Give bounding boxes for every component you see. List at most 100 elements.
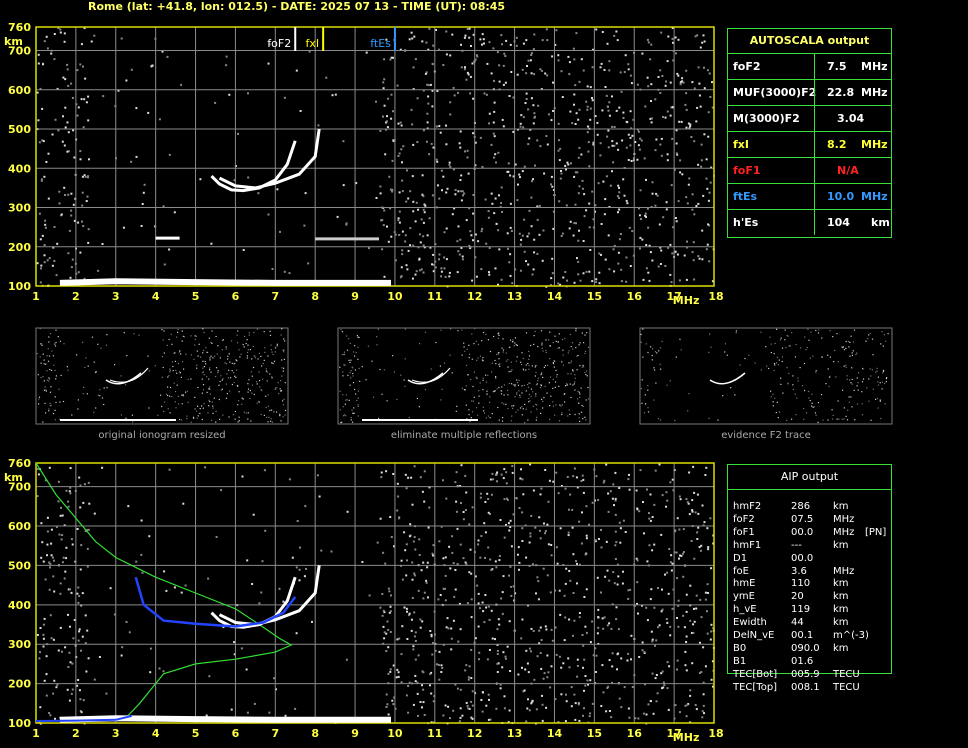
aip-label: B0: [733, 642, 747, 654]
x-tick-label: 14: [547, 727, 563, 740]
aip-label: B1: [733, 655, 747, 667]
y-tick-label: 300: [8, 638, 31, 651]
x-tick-label: 5: [192, 290, 200, 303]
grid: [36, 27, 714, 286]
aip-label: TEC[Bot]: [733, 668, 778, 680]
aip-unit: km: [833, 617, 849, 629]
aip-row: ymE 20 km: [733, 590, 893, 603]
thumbnail-1: [35, 327, 289, 425]
y-tick-label: 760: [8, 457, 31, 470]
thumb-caption-3: evidence F2 trace: [721, 430, 811, 441]
aip-row: Ewidth 44 km: [733, 616, 893, 629]
y-tick-label: 500: [8, 123, 31, 136]
x-tick-label: 7: [271, 727, 279, 740]
autoscala-value-cell: 7.5 MHz: [814, 54, 891, 79]
aip-extra: [PN]: [865, 526, 887, 538]
autoscala-value-cell: 3.04: [814, 106, 891, 131]
aip-unit: TECU: [833, 681, 860, 693]
autoscala-label: M(3000)F2: [733, 112, 800, 125]
aip-panel: AIP output hmF2 286 km foF2 07.5 MHz foF1 00.0 M…: [727, 464, 893, 693]
x-tick-label: 1: [32, 290, 40, 303]
autoscala-value: 10.0: [827, 190, 855, 203]
x-tick-label: 18: [708, 290, 723, 303]
autoscala-unit: MHz: [861, 190, 888, 203]
autoscala-value-cell: N/A: [814, 158, 891, 183]
autoscala-value-cell: 104 km: [814, 210, 891, 235]
model-blue-line: [134, 576, 297, 628]
y-axis-label: km: [4, 35, 23, 48]
aip-unit: km: [833, 591, 849, 603]
aip-value: 07.5: [791, 513, 814, 525]
aip-label: foE: [733, 565, 749, 577]
aip-row: DelN_vE 00.1 m^(-3): [733, 629, 893, 642]
main-ionogram: 1 2 3 4 5 6 7 8 9 10 11 12 13 14 15 16 17 181002003004005…: [4, 21, 724, 307]
noise-speckle: [36, 463, 715, 725]
thumbnail-3: [639, 327, 893, 425]
aip-unit: MHz: [833, 513, 855, 525]
aip-label: foF2: [733, 513, 755, 525]
x-tick-label: 13: [507, 290, 522, 303]
x-tick-label: 7: [271, 290, 279, 303]
aip-row: TEC[Bot] 005.9 TECU: [733, 668, 893, 681]
aip-row: TEC[Top] 008.1 TECU: [733, 681, 893, 694]
aip-value: 00.0: [791, 552, 814, 564]
y-tick-label: 400: [8, 599, 31, 612]
aip-unit: MHz: [833, 526, 855, 538]
aip-unit: km: [833, 604, 849, 616]
x-tick-label: 6: [232, 727, 240, 740]
autoscala-unit: km: [871, 216, 890, 229]
y-tick-label: 500: [8, 559, 31, 572]
aip-unit: km: [833, 642, 849, 654]
autoscala-row: h'Es 104 km: [728, 210, 891, 235]
aip-title: AIP output: [728, 465, 891, 490]
x-tick-label: 1: [32, 727, 40, 740]
aip-unit: TECU: [833, 668, 860, 680]
aip-row: B1 01.6: [733, 655, 893, 668]
x-tick-label: 12: [467, 727, 482, 740]
aip-value: 119: [791, 604, 811, 616]
aip-label: hmE: [733, 578, 756, 590]
aip-unit: m^(-3): [833, 630, 869, 641]
es-trace: [59, 278, 391, 286]
aip-label: hmF2: [733, 501, 762, 512]
aip-label: h_vE: [733, 604, 757, 616]
aip-value: 008.1: [791, 681, 820, 693]
x-tick-label: 4: [152, 290, 160, 303]
aip-label: TEC[Top]: [733, 681, 778, 693]
x-axis-label: MHz: [673, 294, 700, 307]
y-tick-label: 600: [8, 520, 31, 533]
autoscala-label: foF2: [733, 60, 761, 73]
x-tick-label: 14: [547, 290, 563, 303]
aip-value: 110: [791, 578, 811, 590]
x-tick-label: 3: [112, 727, 120, 740]
aip-value: 090.0: [791, 642, 820, 654]
x-tick-label: 9: [351, 290, 359, 303]
x-trace: [218, 565, 321, 627]
autoscala-label: foF1: [733, 164, 761, 177]
autoscala-label: h'Es: [733, 216, 759, 229]
marker-label: fxI: [306, 37, 320, 50]
y-tick-label: 400: [8, 162, 31, 175]
y-tick-label: 100: [8, 280, 31, 293]
aip-row: B0 090.0 km: [733, 642, 893, 655]
aip-unit: km: [833, 539, 849, 551]
aip-label: D1: [733, 552, 748, 564]
y-tick-label: 100: [8, 717, 31, 730]
autoscala-row: foF1 N/A: [728, 158, 891, 184]
autoscala-value: N/A: [837, 164, 859, 177]
aip-row: hmF1 --- km: [733, 539, 893, 552]
autoscala-value: 3.04: [837, 112, 865, 125]
x-tick-label: 15: [587, 727, 602, 740]
autoscala-panel: AUTOSCALA output foF2 7.5 MHz MUF(3000)F2 22…: [727, 28, 892, 238]
aip-label: Ewidth: [733, 617, 767, 629]
marker-label: foF2: [267, 37, 291, 50]
aip-unit: km: [833, 578, 849, 590]
autoscala-label: MUF(3000)F2: [733, 86, 817, 99]
x-tick-label: 18: [708, 727, 723, 740]
aip-value: 20: [791, 591, 804, 603]
autoscala-row: foF2 7.5 MHz: [728, 54, 891, 80]
x-tick-label: 13: [507, 727, 522, 740]
x-tick-label: 8: [311, 290, 319, 303]
noise-speckle: [36, 27, 715, 288]
aip-row: D1 00.0: [733, 552, 893, 565]
